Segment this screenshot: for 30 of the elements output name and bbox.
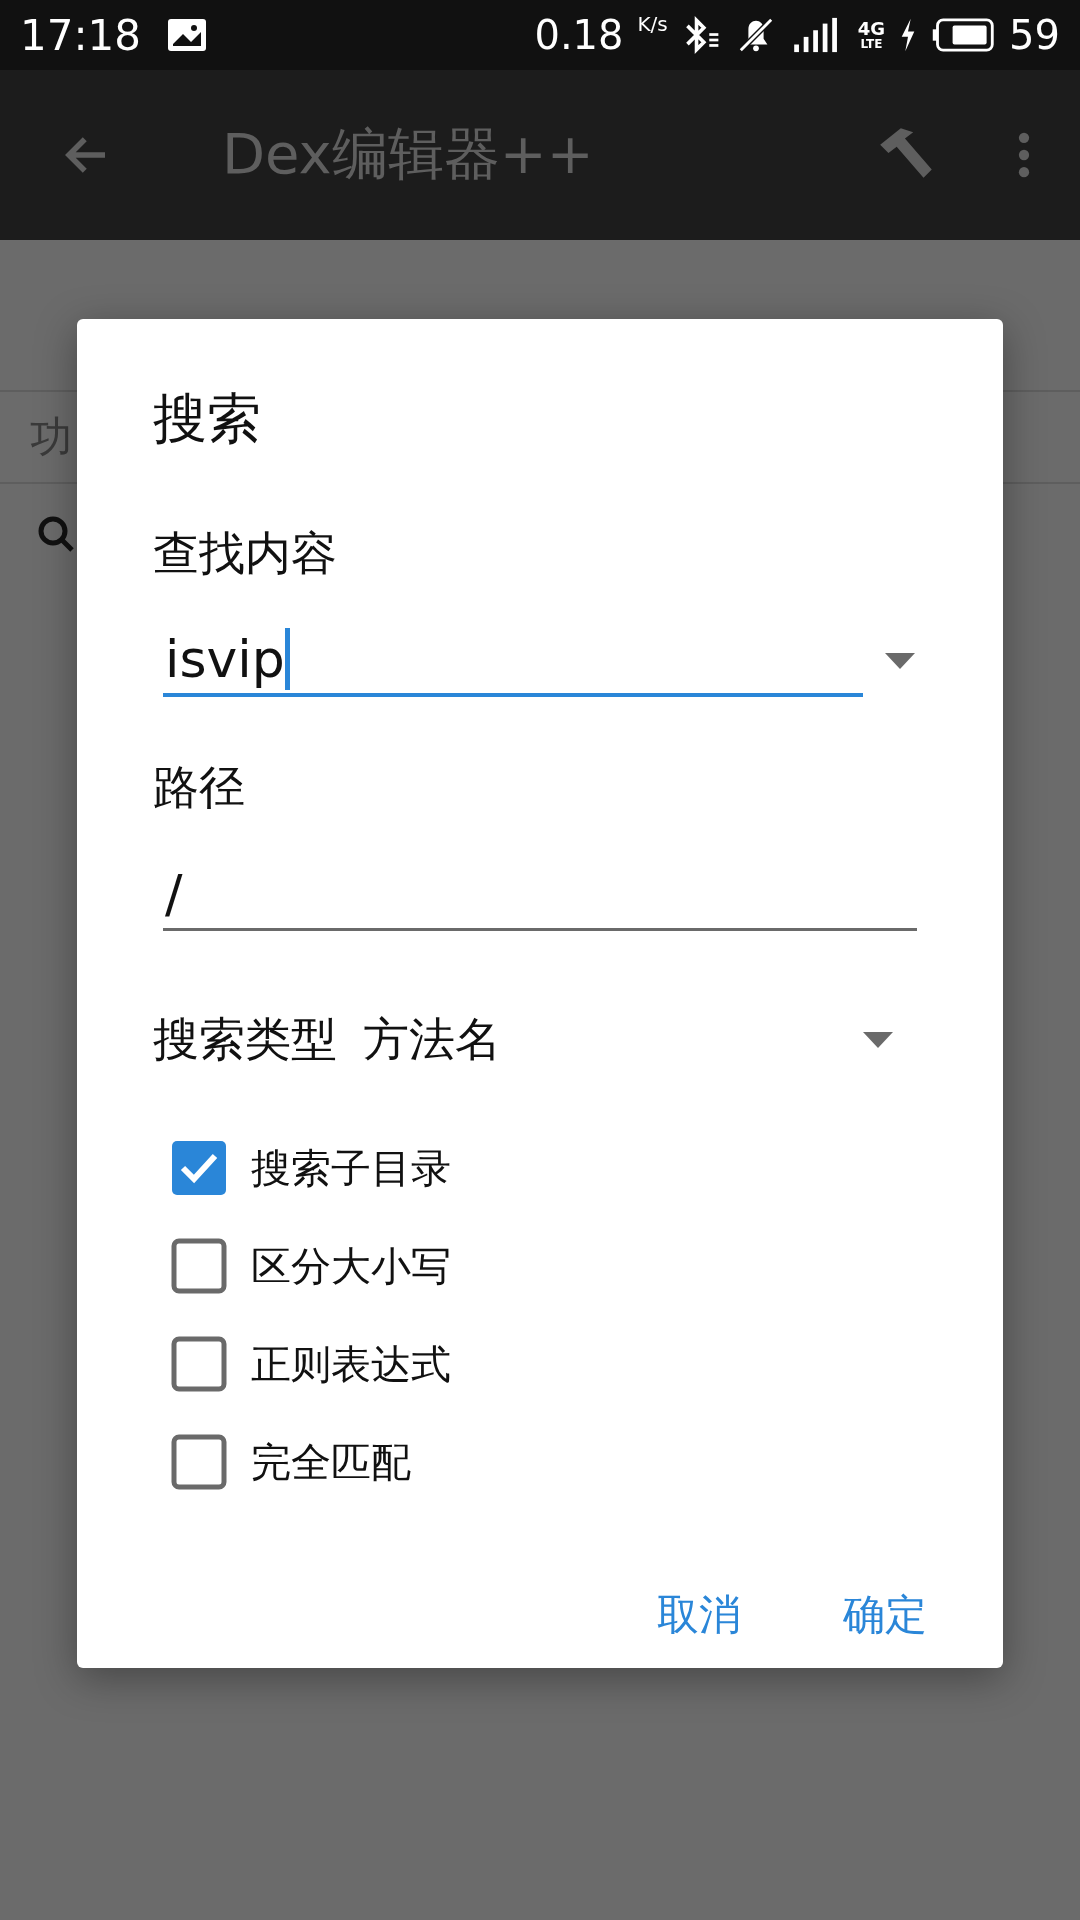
dropdown-arrow-icon[interactable]: [885, 653, 915, 669]
search-icon: [36, 514, 76, 554]
app-title: Dex编辑器++: [222, 120, 594, 188]
checkbox[interactable]: [171, 1336, 227, 1392]
clock: 17:18: [20, 10, 142, 60]
dropdown-arrow-icon[interactable]: [863, 1032, 893, 1048]
input-field[interactable]: isvip: [163, 625, 863, 697]
checkbox-label: 区分大小写: [251, 1241, 451, 1291]
dialog-button[interactable]: 取消: [641, 1571, 757, 1659]
checkbox[interactable]: [171, 1434, 227, 1490]
battery-icon: [931, 18, 996, 52]
dialog-button[interactable]: 确定: [827, 1571, 943, 1659]
input-field[interactable]: /: [163, 859, 917, 931]
checkbox-label: 搜索子目录: [251, 1143, 451, 1193]
checkbox[interactable]: [171, 1140, 227, 1196]
dropdown-value[interactable]: 方法名: [363, 1009, 501, 1071]
checkbox-label: 正则表达式: [251, 1339, 451, 1389]
image-icon: [167, 18, 208, 52]
battery-level: 59: [1009, 12, 1060, 58]
field-label: 查找内容: [153, 525, 338, 582]
checkbox-label: 完全匹配: [251, 1437, 411, 1487]
network-type: 4G: [857, 20, 886, 38]
field-label: 路径: [153, 759, 246, 816]
network-speed: 0.18: [534, 12, 624, 58]
network-type: LTE: [860, 38, 883, 50]
checkbox[interactable]: [171, 1238, 227, 1294]
speed-unit: K/s: [637, 12, 668, 36]
dialog-title: 搜索: [153, 386, 262, 452]
field-label: 搜索类型: [153, 1011, 337, 1068]
overflow-menu-icon[interactable]: [1016, 131, 1032, 179]
